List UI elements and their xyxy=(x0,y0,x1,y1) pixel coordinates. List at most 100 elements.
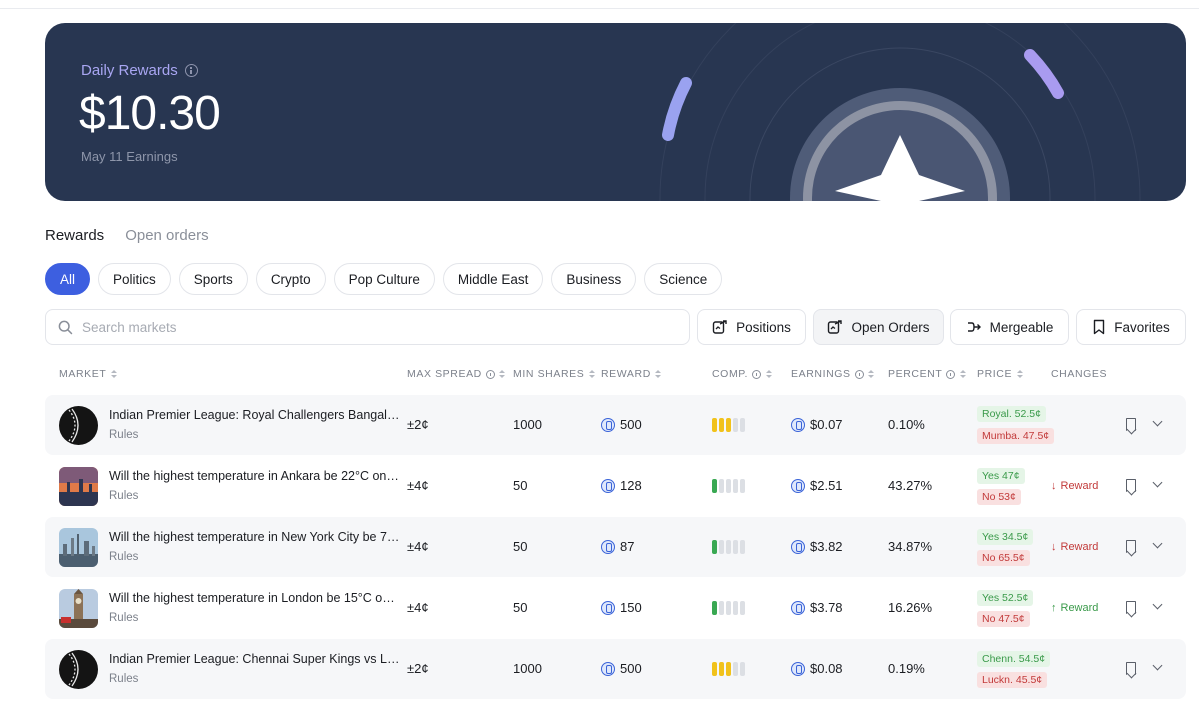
column-min-shares[interactable]: MIN SHARES xyxy=(513,368,595,380)
ankara-thumbnail xyxy=(59,467,98,506)
bookmark-icon[interactable] xyxy=(1126,662,1136,675)
sort-icon xyxy=(868,369,875,379)
price-no-badge[interactable]: Mumba. 47.5¢ xyxy=(977,428,1055,444)
usdc-coin-icon xyxy=(791,479,805,493)
info-icon xyxy=(946,369,956,379)
usdc-coin-icon xyxy=(791,540,805,554)
bookmark-icon[interactable] xyxy=(1126,479,1136,492)
column-reward[interactable]: REWARD xyxy=(601,368,662,380)
table-row[interactable]: Will the highest temperature in Ankara b… xyxy=(45,456,1186,516)
market-title[interactable]: Will the highest temperature in Ankara b… xyxy=(109,469,401,483)
table-row[interactable]: Indian Premier League: Chennai Super Kin… xyxy=(45,639,1186,699)
chevron-down-icon[interactable] xyxy=(1152,538,1163,549)
price-yes-badge[interactable]: Yes 34.5¢ xyxy=(977,529,1034,545)
earnings-cell: $3.78 xyxy=(791,600,843,615)
info-icon[interactable] xyxy=(184,64,198,77)
usdc-coin-icon xyxy=(601,479,615,493)
category-filters: All Politics Sports Crypto Pop Culture M… xyxy=(45,263,723,295)
mergeable-button[interactable]: Mergeable xyxy=(950,309,1069,345)
column-max-spread[interactable]: MAX SPREAD xyxy=(407,368,506,380)
reward-value: 500 xyxy=(620,417,642,432)
daily-rewards-title: Daily Rewards xyxy=(81,62,178,79)
price-yes-badge[interactable]: Yes 52.5¢ xyxy=(977,590,1034,606)
table-row[interactable]: Will the highest temperature in London b… xyxy=(45,578,1186,638)
tab-open-orders[interactable]: Open orders xyxy=(125,227,208,244)
price-no-badge[interactable]: No 65.5¢ xyxy=(977,550,1030,566)
market-title[interactable]: Indian Premier League: Royal Challengers… xyxy=(109,408,401,422)
percent-value: 0.10% xyxy=(888,417,925,432)
open-orders-button[interactable]: Open Orders xyxy=(813,309,944,345)
category-science[interactable]: Science xyxy=(644,263,723,295)
column-percent-label: PERCENT xyxy=(888,368,943,380)
market-title[interactable]: Indian Premier League: Chennai Super Kin… xyxy=(109,652,401,666)
percent-value: 34.87% xyxy=(888,539,933,554)
info-icon xyxy=(485,369,495,379)
column-min-shares-label: MIN SHARES xyxy=(513,368,585,380)
column-comp[interactable]: COMP. xyxy=(712,368,772,380)
bookmark-icon xyxy=(1094,319,1105,335)
bookmark-icon[interactable] xyxy=(1126,418,1136,431)
search-bar xyxy=(45,309,690,345)
reward-value: 150 xyxy=(620,600,642,615)
favorites-button[interactable]: Favorites xyxy=(1076,309,1186,345)
sort-icon xyxy=(110,369,117,379)
sort-icon xyxy=(765,369,772,379)
reward-change-up: ↑ Reward xyxy=(1051,602,1098,614)
chevron-down-icon[interactable] xyxy=(1152,599,1163,610)
info-icon xyxy=(752,369,762,379)
reward-value-cell: 150 xyxy=(601,600,642,615)
column-percent[interactable]: PERCENT xyxy=(888,368,966,380)
category-middle-east[interactable]: Middle East xyxy=(442,263,544,295)
category-business[interactable]: Business xyxy=(551,263,637,295)
positions-button[interactable]: Positions xyxy=(697,309,806,345)
price-yes-badge[interactable]: Royal. 52.5¢ xyxy=(977,406,1046,422)
earnings-value: $0.07 xyxy=(810,417,843,432)
category-pop-culture[interactable]: Pop Culture xyxy=(333,263,435,295)
sort-icon xyxy=(1016,369,1023,379)
column-price[interactable]: PRICE xyxy=(977,368,1023,380)
price-no-badge[interactable]: No 53¢ xyxy=(977,489,1021,505)
chevron-down-icon[interactable] xyxy=(1152,660,1163,671)
category-sports[interactable]: Sports xyxy=(178,263,248,295)
column-changes-label: CHANGES xyxy=(1051,368,1108,380)
open-orders-icon xyxy=(828,320,843,334)
earnings-value: $0.08 xyxy=(810,661,843,676)
price-yes-badge[interactable]: Chenn. 54.5¢ xyxy=(977,651,1051,667)
market-title[interactable]: Will the highest temperature in London b… xyxy=(109,591,401,605)
rules-link[interactable]: Rules xyxy=(109,612,138,624)
table-row[interactable]: Will the highest temperature in New York… xyxy=(45,517,1186,577)
min-shares-value: 1000 xyxy=(513,661,542,676)
chevron-down-icon[interactable] xyxy=(1152,416,1163,427)
rules-link[interactable]: Rules xyxy=(109,429,138,441)
arrow-down-icon: ↓ xyxy=(1051,480,1057,492)
category-crypto[interactable]: Crypto xyxy=(255,263,326,295)
table-row[interactable]: Indian Premier League: Royal Challengers… xyxy=(45,395,1186,455)
mergeable-label: Mergeable xyxy=(989,319,1054,335)
sort-icon xyxy=(588,369,595,379)
cricket-ball-thumbnail xyxy=(59,406,98,445)
search-input[interactable] xyxy=(82,319,662,335)
earnings-value: $2.51 xyxy=(810,478,843,493)
category-all[interactable]: All xyxy=(45,263,91,295)
bookmark-icon[interactable] xyxy=(1126,540,1136,553)
reward-value: 87 xyxy=(620,539,635,554)
competition-meter xyxy=(712,662,745,676)
price-no-badge[interactable]: No 47.5¢ xyxy=(977,611,1030,627)
column-earnings[interactable]: EARNINGS xyxy=(791,368,875,380)
chevron-down-icon[interactable] xyxy=(1152,477,1163,488)
market-title[interactable]: Will the highest temperature in New York… xyxy=(109,530,401,544)
arrow-up-icon: ↑ xyxy=(1051,602,1057,614)
rules-link[interactable]: Rules xyxy=(109,673,138,685)
earnings-value: $3.78 xyxy=(810,600,843,615)
bookmark-icon[interactable] xyxy=(1126,601,1136,614)
tab-rewards[interactable]: Rewards xyxy=(45,227,104,244)
price-yes-badge[interactable]: Yes 47¢ xyxy=(977,468,1025,484)
column-changes: CHANGES xyxy=(1051,368,1107,380)
usdc-coin-icon xyxy=(601,601,615,615)
column-market[interactable]: MARKET xyxy=(59,368,117,380)
price-no-badge[interactable]: Luckn. 45.5¢ xyxy=(977,672,1048,688)
rules-link[interactable]: Rules xyxy=(109,490,138,502)
competition-meter xyxy=(712,601,745,615)
rules-link[interactable]: Rules xyxy=(109,551,138,563)
category-politics[interactable]: Politics xyxy=(98,263,171,295)
